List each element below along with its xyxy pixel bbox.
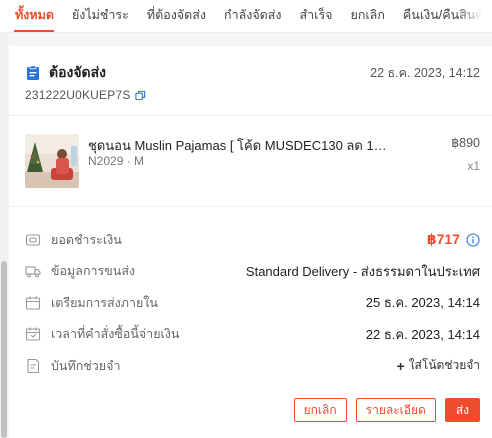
tab-all[interactable]: ทั้งหมด — [0, 0, 63, 32]
note-row: บันทึกช่วยจำ + ใส่โน้ตช่วยจำ — [25, 350, 480, 382]
copy-icon[interactable] — [134, 90, 146, 101]
tab-completed[interactable]: สำเร็จ — [291, 0, 342, 32]
order-details-button[interactable]: รายละเอียด — [355, 398, 436, 422]
note-label: บันทึกช่วยจำ — [51, 358, 121, 373]
tab-unpaid[interactable]: ยังไม่ชำระ — [63, 0, 138, 32]
payment-amount: ฿717 — [426, 231, 460, 248]
info-circle-icon[interactable] — [466, 233, 480, 247]
tabs-fade-overlay — [458, 0, 492, 32]
shipping-label: ข้อมูลการขนส่ง — [51, 264, 136, 279]
divider — [9, 115, 492, 116]
tab-shipping[interactable]: กำลังจัดส่ง — [215, 0, 291, 32]
order-card: ต้องจัดส่ง 22 ธ.ค. 2023, 14:12 231222U0K… — [9, 46, 492, 438]
wallet-icon — [25, 234, 41, 246]
tab-to-ship[interactable]: ที่ต้องจัดส่ง — [138, 0, 215, 32]
ship-by-date: 25 ธ.ค. 2023, 14:14 — [365, 295, 480, 311]
paid-time-row: เวลาที่คำสั่งซื้อนี้จ่ายเงิน 22 ธ.ค. 202… — [25, 319, 480, 351]
calendar-clock-icon — [25, 327, 41, 341]
product-quantity: x1 — [467, 159, 480, 173]
truck-icon — [25, 266, 41, 278]
clipboard-icon — [27, 65, 39, 80]
paid-time: 22 ธ.ค. 2023, 14:14 — [365, 326, 480, 342]
tab-cancelled[interactable]: ยกเลิก — [342, 0, 394, 32]
scrollbar[interactable] — [0, 33, 8, 438]
payment-row: ยอดชำระเงิน ฿717 — [25, 224, 480, 256]
product-item[interactable]: ชุดนอน Muslin Pajamas [ โค้ด MUSDEC130 ล… — [25, 134, 480, 189]
order-id: 231222U0KUEP7S — [25, 88, 131, 102]
product-variant: N2029 · M — [88, 154, 145, 168]
order-info: ยอดชำระเงิน ฿717 ข้อมูลการขนส่ง Standard… — [25, 224, 480, 382]
ship-by-row: เตรียมการส่งภายใน 25 ธ.ค. 2023, 14:14 — [25, 287, 480, 319]
add-note-link[interactable]: + ใส่โน้ตช่วยจำ — [397, 356, 481, 375]
shipping-row: ข้อมูลการขนส่ง Standard Delivery - ส่งธร… — [25, 256, 480, 288]
shipping-method: Standard Delivery - ส่งธรรมดาในประเทศ — [245, 263, 480, 279]
cancel-order-button[interactable]: ยกเลิก — [293, 398, 347, 422]
divider — [9, 206, 492, 207]
product-title[interactable]: ชุดนอน Muslin Pajamas [ โค้ด MUSDEC130 ล… — [88, 135, 388, 156]
ship-by-label: เตรียมการส่งภายใน — [51, 295, 158, 310]
order-header: ต้องจัดส่ง 22 ธ.ค. 2023, 14:12 231222U0K… — [25, 64, 480, 102]
product-thumbnail[interactable] — [25, 134, 79, 188]
paid-time-label: เวลาที่คำสั่งซื้อนี้จ่ายเงิน — [51, 327, 180, 342]
product-price: ฿890 — [451, 136, 480, 150]
order-status-tabs: ทั้งหมด ยังไม่ชำระ ที่ต้องจัดส่ง กำลังจั… — [0, 0, 492, 33]
note-icon — [27, 358, 40, 373]
payment-label: ยอดชำระเงิน — [51, 232, 122, 247]
order-actions: ยกเลิก รายละเอียด ส่ง — [293, 398, 480, 422]
order-status: ต้องจัดส่ง — [49, 64, 107, 80]
ship-button[interactable]: ส่ง — [444, 398, 480, 422]
plus-icon: + — [396, 357, 405, 374]
calendar-icon — [25, 296, 41, 310]
add-note-label: ใส่โน้ตช่วยจำ — [408, 358, 480, 373]
scrollbar-thumb[interactable] — [1, 261, 7, 438]
order-time: 22 ธ.ค. 2023, 14:12 — [370, 66, 480, 80]
